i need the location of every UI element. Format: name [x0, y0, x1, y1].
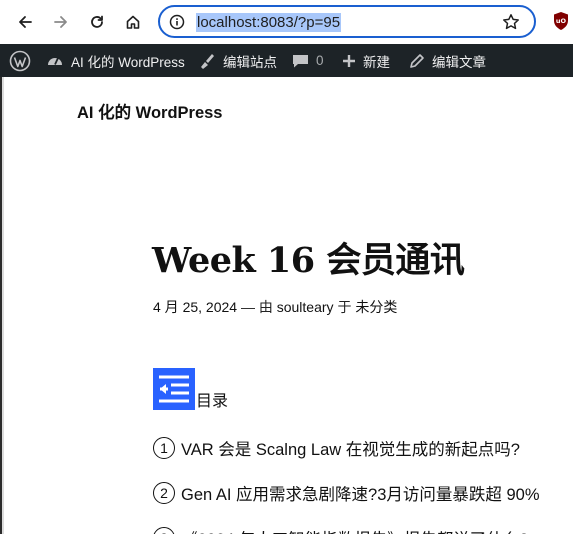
edit-post-link[interactable]: 编辑文章 [409, 44, 486, 77]
reload-icon [91, 15, 103, 28]
wp-logo-menu[interactable] [9, 44, 31, 77]
site-title[interactable]: AI 化的 WordPress [77, 99, 222, 123]
post-author[interactable]: soulteary [277, 299, 334, 315]
brush-icon [198, 52, 216, 70]
ublock-shield-icon[interactable]: uO [552, 11, 570, 31]
admin-site-name-label: AI 化的 WordPress [71, 54, 185, 70]
meta-separator: — 由 [240, 299, 273, 315]
toc-item-text: VAR 会是 Scalng Law 在视觉生成的新起点吗? [181, 441, 520, 459]
toc-item-text: 《2024 年人工智能指数报告》报告都说了什么? [181, 526, 528, 534]
admin-site-name[interactable]: AI 化的 WordPress [46, 44, 185, 77]
comment-bubble-icon [292, 53, 309, 69]
arrow-left-icon [19, 16, 32, 28]
toc-toggle-button[interactable] [153, 368, 195, 410]
edit-post-label: 编辑文章 [432, 54, 486, 70]
edit-site-label: 编辑站点 [223, 54, 277, 70]
reload-button[interactable] [84, 9, 110, 35]
address-bar[interactable]: localhost:8083/?p=95 [158, 5, 536, 38]
arrow-right-icon [54, 16, 67, 28]
edit-site-link[interactable]: 编辑站点 [198, 44, 277, 77]
url-text[interactable]: localhost:8083/?p=95 [196, 13, 342, 32]
window-edge-dark [0, 77, 2, 534]
browser-toolbar: localhost:8083/?p=95 uO [0, 0, 573, 44]
site-info-icon[interactable] [169, 14, 185, 30]
dashboard-icon [46, 52, 64, 70]
home-icon [126, 15, 140, 29]
toc-item[interactable]: 3 《2024 年人工智能指数报告》报告都说了什么? [153, 526, 528, 534]
back-button[interactable] [12, 9, 38, 35]
post-date[interactable]: 4 月 25, 2024 [153, 299, 237, 315]
forward-button[interactable] [48, 9, 74, 35]
post-meta: 4 月 25, 2024 — 由 soulteary 于 未分类 [153, 297, 397, 317]
toc-header: 目录 [153, 366, 228, 410]
home-button[interactable] [120, 9, 146, 35]
toc-item[interactable]: 2 Gen AI 应用需求急剧降速?3月访问量暴跌超 90% [153, 481, 540, 505]
post-category[interactable]: 未分类 [355, 299, 397, 315]
toc-item-number: 3 [153, 527, 175, 534]
toc-item-number: 1 [153, 437, 175, 459]
post-title: Week 16 会员通讯 [152, 240, 465, 281]
wordpress-logo-icon [9, 50, 31, 71]
comments-link[interactable]: 0 [292, 44, 324, 77]
toc-label: 目录 [196, 393, 229, 410]
new-label: 新建 [363, 54, 390, 70]
meta-in-text: 于 [337, 299, 352, 315]
toc-item[interactable]: 1 VAR 会是 Scalng Law 在视觉生成的新起点吗? [153, 436, 520, 460]
svg-text:uO: uO [556, 17, 567, 25]
star-icon[interactable] [502, 13, 520, 31]
comments-count: 0 [316, 53, 324, 68]
pencil-icon [409, 53, 425, 69]
toc-item-number: 2 [153, 482, 175, 504]
toc-item-text: Gen AI 应用需求急剧降速?3月访问量暴跌超 90% [181, 486, 540, 504]
wp-admin-bar: AI 化的 WordPress 编辑站点 0 新建 编辑文章 [0, 44, 573, 77]
toc-collapse-icon [159, 375, 189, 403]
plus-icon [342, 54, 356, 68]
new-content-menu[interactable]: 新建 [342, 44, 390, 77]
